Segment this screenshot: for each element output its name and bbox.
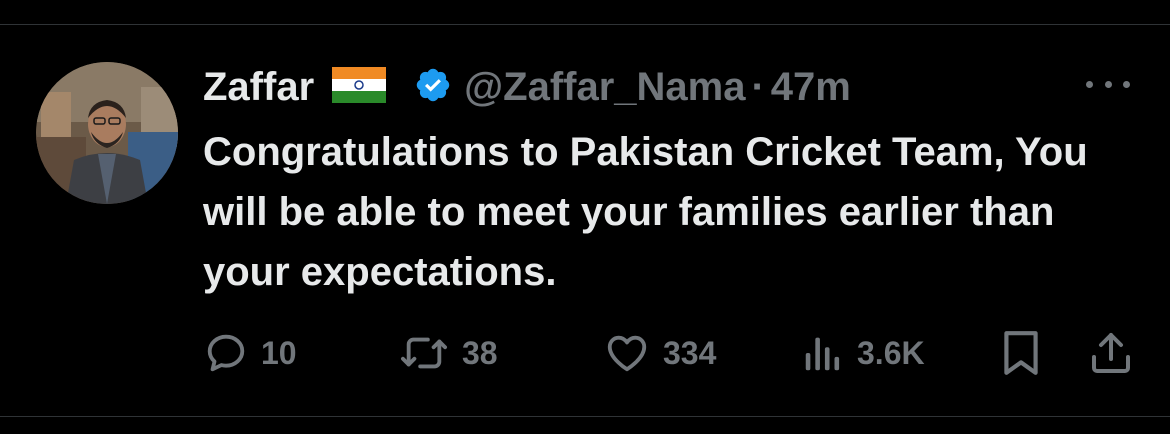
tweet-text: Congratulations to Pakistan Cricket Team… xyxy=(203,130,1088,294)
bottom-divider xyxy=(0,416,1170,417)
more-dot xyxy=(1104,80,1112,88)
reply-count: 10 xyxy=(261,334,297,371)
reply-button[interactable]: 10 xyxy=(203,325,297,381)
more-dot xyxy=(1086,80,1093,88)
heart-icon xyxy=(603,330,651,376)
share-icon xyxy=(1087,329,1135,377)
bookmark-icon xyxy=(999,328,1043,378)
like-count: 334 xyxy=(663,334,717,371)
share-button[interactable] xyxy=(1087,325,1135,381)
display-name[interactable]: Zaffar xyxy=(203,65,314,110)
avatar[interactable] xyxy=(36,62,178,204)
tweet-timestamp[interactable]: 47m xyxy=(771,65,851,110)
action-bar: 10 38 334 3.6K xyxy=(203,325,1138,381)
views-count: 3.6K xyxy=(857,334,925,371)
user-handle[interactable]: @Zaffar_Nama xyxy=(464,65,745,110)
top-divider xyxy=(0,24,1170,25)
bookmark-button[interactable] xyxy=(999,325,1043,381)
verified-badge-icon[interactable] xyxy=(414,66,452,109)
more-dot xyxy=(1123,80,1130,88)
retweet-button[interactable]: 38 xyxy=(398,325,498,381)
retweet-icon xyxy=(398,330,450,376)
retweet-count: 38 xyxy=(462,334,498,371)
like-button[interactable]: 334 xyxy=(603,325,716,381)
reply-icon xyxy=(203,330,249,376)
views-chart-icon xyxy=(801,330,845,376)
views-button[interactable]: 3.6K xyxy=(801,325,925,381)
tweet-header: Zaffar @Zaffar_Nama · 47m xyxy=(203,60,851,114)
indian-flag-icon xyxy=(332,66,387,108)
more-dots-icon[interactable] xyxy=(1086,72,1130,96)
separator-dot: · xyxy=(751,64,765,109)
